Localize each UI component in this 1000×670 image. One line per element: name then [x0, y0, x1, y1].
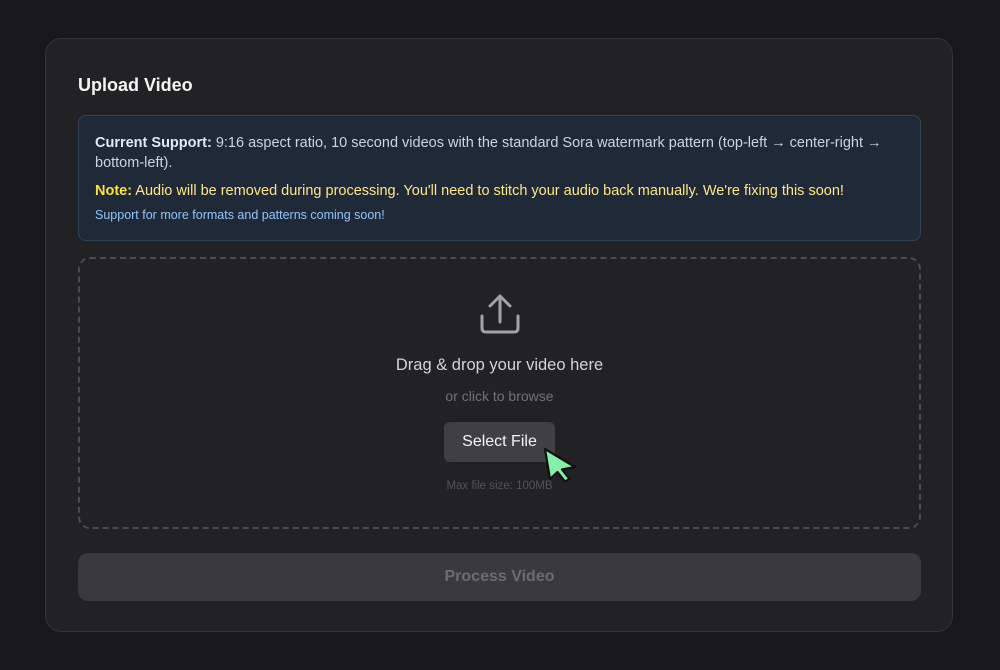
process-video-button[interactable]: Process Video [78, 553, 921, 601]
more-formats-text: Support for more formats and patterns co… [95, 208, 385, 222]
drop-subtitle: or click to browse [445, 388, 554, 404]
support-label: Current Support: [95, 135, 212, 151]
upload-card: Upload Video Current Support: 9:16 aspec… [45, 38, 953, 632]
note-text: Audio will be removed during processing.… [132, 183, 844, 199]
drop-title: Drag & drop your video here [395, 356, 604, 374]
support-text: 9:16 aspect ratio, 10 second videos with… [95, 135, 882, 171]
support-info-box: Current Support: 9:16 aspect ratio, 10 s… [78, 115, 921, 241]
card-title: Upload Video [78, 75, 193, 95]
drop-zone[interactable]: Drag & drop your video here or click to … [78, 257, 921, 529]
note-label: Note: [95, 183, 133, 199]
select-file-button[interactable]: Select File [444, 422, 555, 462]
pointer-cursor-icon [543, 447, 577, 482]
note-line: Note: Audio will be removed during proce… [95, 181, 904, 201]
support-line: Current Support: 9:16 aspect ratio, 10 s… [95, 133, 904, 173]
upload-icon [480, 294, 520, 334]
max-file-size-text: Max file size: 100MB [446, 480, 553, 492]
